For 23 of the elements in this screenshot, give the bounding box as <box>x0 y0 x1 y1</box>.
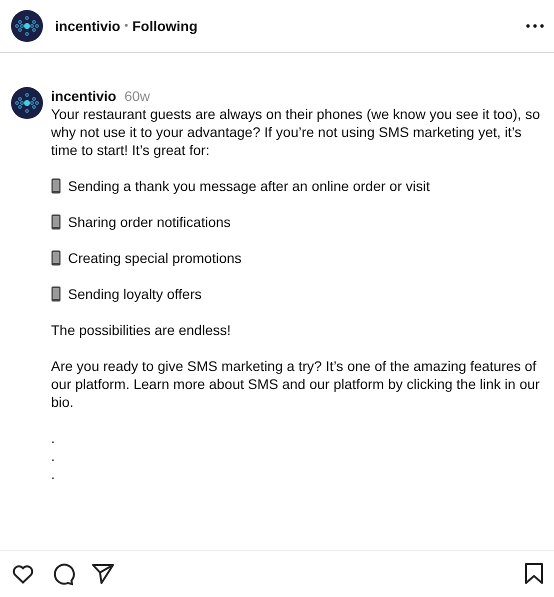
avatar-icon[interactable] <box>11 10 43 42</box>
share-icon[interactable] <box>91 562 115 586</box>
caption-text: Sharing order notifications <box>68 213 231 231</box>
caption-text: Creating special promotions <box>68 249 242 267</box>
more-options-icon[interactable] <box>526 24 544 28</box>
separator-dot: • <box>124 20 128 32</box>
following-status[interactable]: Following <box>132 18 198 34</box>
username[interactable]: incentivio <box>55 18 120 34</box>
phone-icon <box>51 178 61 194</box>
post-time: 60w <box>124 87 150 105</box>
caption-text: Are you ready to give SMS marketing a try? It’s one of the amazing features of our platform. Learn more about SMS and our platform by clicking the link in our bio. <box>51 357 540 411</box>
avatar-icon[interactable] <box>11 87 43 119</box>
phone-icon <box>51 286 61 302</box>
phone-icon <box>51 214 61 230</box>
caption-username[interactable]: incentivio <box>51 87 116 105</box>
bookmark-icon[interactable] <box>524 563 544 585</box>
caption-text: The possibilities are endless! <box>51 321 232 339</box>
comment-icon[interactable] <box>51 562 75 586</box>
caption-text: Sending loyalty offers <box>68 285 202 303</box>
caption-text: Sending a thank you message after an online order or visit <box>68 177 430 195</box>
phone-icon <box>51 250 61 266</box>
caption-text: . . . <box>51 429 56 483</box>
caption-text: Your restaurant guests are always on their phones (we know you see it too), so why not use it to your advantage? If you’re not using SMS marketing yet, it’s time to start! It’s great for: <box>51 105 540 159</box>
